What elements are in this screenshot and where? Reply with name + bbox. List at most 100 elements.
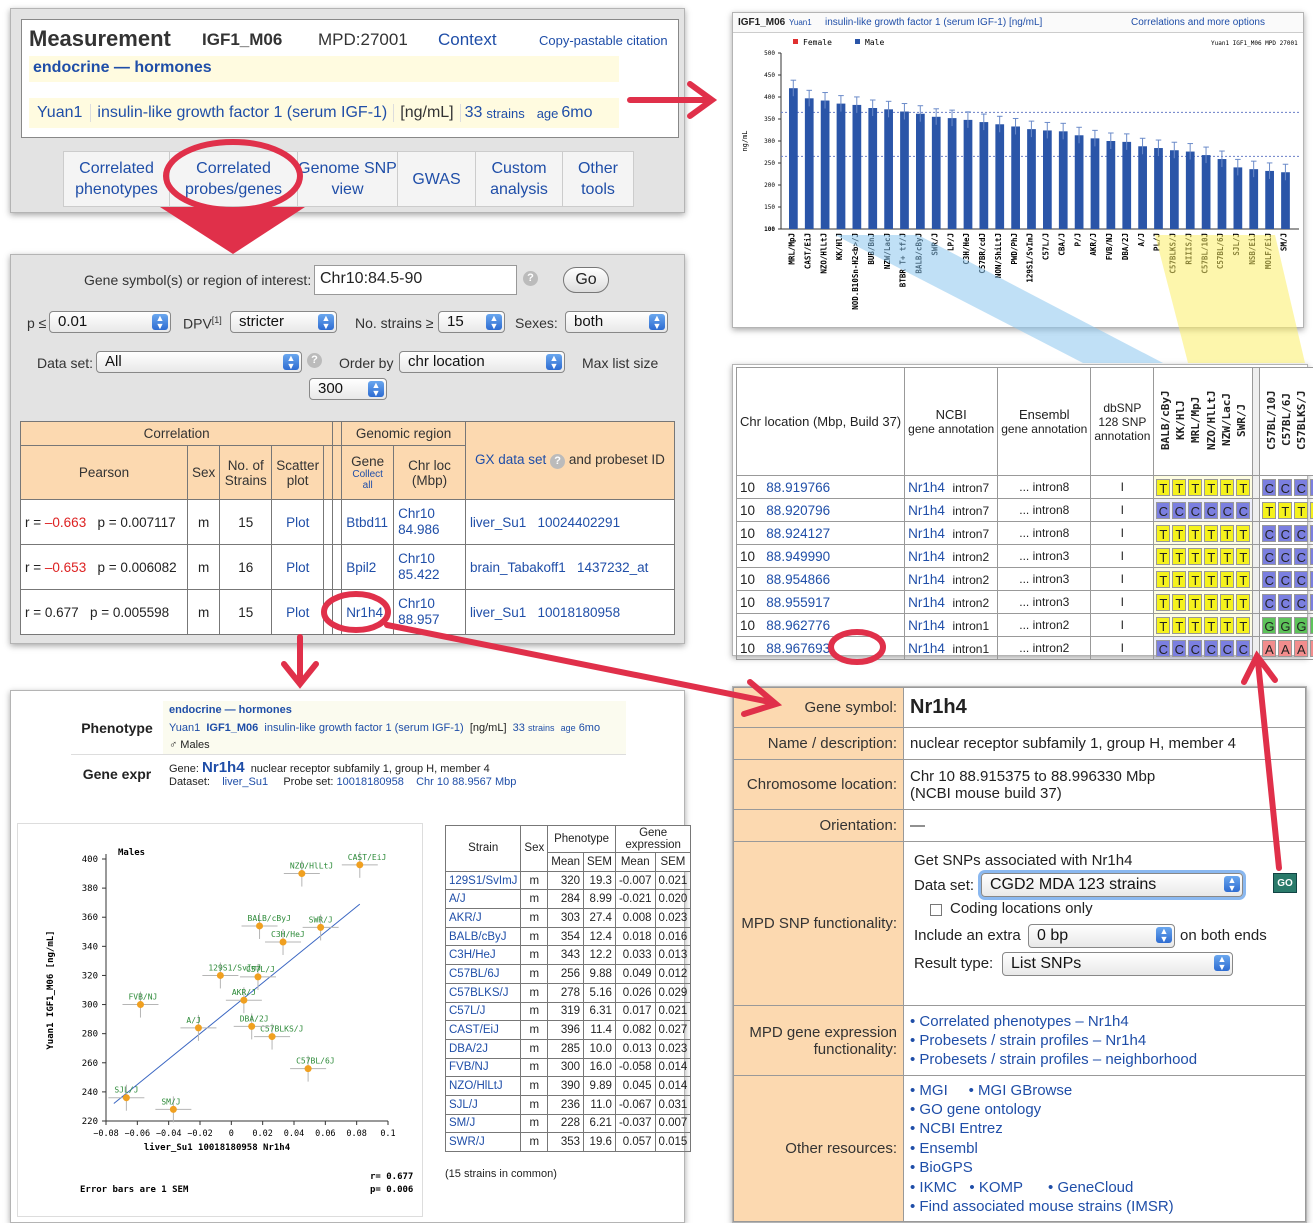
x-tick-label: 0.06 (315, 1129, 335, 1139)
measurement-id: IGF1_M06 (202, 30, 283, 49)
tool-custom-analysis[interactable]: Custom analysis (476, 152, 563, 206)
bar (1138, 146, 1147, 229)
tool-gwas[interactable]: GWAS (398, 152, 476, 206)
result-type-select[interactable]: List SNPs ▲ ▼ (1002, 952, 1233, 976)
bar (852, 104, 862, 229)
correlations-options-link[interactable]: Correlations and more options (1131, 17, 1265, 28)
strain-row: FVB/NJ m 300 16.0 -0.058 0.014 (444, 1057, 692, 1078)
dataset-select[interactable]: All ▲ ▼ (96, 351, 302, 373)
point-label: C3H/HeJ (271, 930, 305, 939)
collect-all-link[interactable]: Collect all (346, 469, 389, 491)
h-pearson: Pearson (20, 445, 188, 500)
allele-cell: T (1278, 501, 1293, 519)
tool-genome-snp[interactable]: Genome SNP view (298, 152, 398, 206)
x-tick-label: PL/J (1153, 233, 1162, 251)
coding-checkbox[interactable] (930, 904, 942, 916)
strain-row: SJL/J m 236 11.0 -0.067 0.031 (444, 1094, 692, 1115)
x-tick-label: A/J (1137, 233, 1146, 247)
age-word: age (536, 105, 559, 121)
plot-link[interactable]: Plot (271, 499, 325, 545)
help-icon[interactable]: ? (523, 271, 538, 286)
p-select[interactable]: 0.01 ▲ ▼ (49, 311, 171, 333)
strains-word[interactable]: strains (486, 106, 536, 121)
go-button[interactable]: Go (563, 267, 609, 293)
study-link[interactable]: Yuan1 (29, 104, 92, 122)
point-label: A/J (186, 1016, 200, 1025)
gx-links: • Correlated phenotypes – Nr1h4 • Probese… (903, 1005, 1306, 1076)
go-snp-button[interactable]: GO (1273, 873, 1297, 893)
gene-link[interactable]: Bpil2 (341, 544, 395, 590)
allele-cell: T (1156, 593, 1171, 611)
regression-line (113, 903, 361, 1104)
max-select[interactable]: 300 ▲ ▼ (309, 378, 387, 400)
allele-cell: T (1236, 547, 1251, 565)
gene-detail-table: Gene symbol: Nr1h4 Name / description: nuc… (733, 687, 1306, 1222)
snp-row: 10 88.954866 Nr1h4 intron2... intron3 I T T T… (735, 567, 1313, 591)
y-tick-label: 150 (764, 204, 775, 211)
bar (789, 88, 798, 229)
help-icon[interactable]: ? (550, 454, 566, 469)
order-select[interactable]: chr location ▲ ▼ (399, 351, 565, 373)
chr-link[interactable]: Chr10 85.422 (393, 544, 466, 590)
orientation: — (903, 809, 1306, 842)
x-tick-label: DBA/2J (1121, 233, 1130, 260)
tool-correlated-phenotypes[interactable]: Correlated phenotypes (64, 152, 170, 206)
allele-cell: T (1220, 547, 1235, 565)
chr-link[interactable]: Chr10 84.986 (393, 499, 466, 545)
k-gene-expr: Gene expr (82, 765, 152, 782)
strains-select[interactable]: 15 ▲ ▼ (438, 311, 505, 333)
tool-other[interactable]: Other tools (563, 152, 633, 206)
allele-cell: C (1188, 639, 1203, 657)
x-tick-label: BTBR T+ tf/J (899, 233, 908, 287)
gene-link[interactable]: Nr1h4 (341, 589, 395, 635)
x-tick-label: NZO/HlLtJ (819, 233, 828, 274)
study-row: Yuan1 insulin-like growth factor 1 (seru… (29, 98, 619, 128)
scatter-point (136, 1001, 144, 1009)
bar-chart-panel: IGF1_M06 Yuan1 insulin-like growth facto… (732, 12, 1304, 328)
scatter-point (194, 1024, 202, 1032)
plot-link[interactable]: Plot (271, 589, 325, 635)
desc-link[interactable]: insulin-like growth factor 1 (serum IGF-… (91, 104, 395, 122)
allele-cell: C (1278, 524, 1293, 542)
chr-link[interactable]: Chr10 88.957 (393, 589, 466, 635)
dpv-select[interactable]: stricter ▲ ▼ (230, 311, 337, 333)
y-tick-label: 240 (82, 1088, 98, 1098)
strains-label: No. strains ≥ (355, 315, 434, 331)
plot-link[interactable]: Plot (271, 544, 325, 590)
strain-headers-b: C57BL/10JC57BL/6JC57BLKS/JRIIIS/JSJL/JSM… (1259, 367, 1313, 476)
sexes-select[interactable]: both ▲ ▼ (565, 311, 668, 333)
order-label: Order by (339, 355, 394, 371)
bar (963, 119, 973, 229)
bar (1027, 129, 1036, 229)
strains-count[interactable]: 33 (461, 104, 487, 122)
gene-link[interactable]: Btbd11 (341, 499, 395, 545)
scatter-point (298, 870, 306, 878)
x-tick-label: BUB/BnJ (867, 233, 876, 265)
category-link[interactable]: endocrine — hormones (33, 59, 212, 77)
x-tick-label: MRL/MpJ (788, 233, 797, 265)
dataset-label: Data set: (37, 355, 94, 371)
scatter-point (240, 996, 248, 1004)
legend-label: Female (803, 38, 832, 47)
bar (804, 98, 814, 229)
y-tick-label: 360 (82, 913, 98, 923)
allele-cell: A (1294, 639, 1309, 657)
context-link[interactable]: Context (438, 30, 497, 50)
x-tick-label: NSB/EiJ (1248, 233, 1257, 265)
snp-dataset-select[interactable]: CGD2 MDA 123 strains ▲ ▼ (981, 873, 1243, 897)
tool-correlated-probes[interactable]: Correlated probes/genes (170, 152, 298, 206)
help-icon[interactable]: ? (307, 353, 322, 368)
gene-symbol-input[interactable]: Chr10:84.5-90 (314, 265, 517, 295)
point-label: SM/J (161, 1097, 180, 1106)
x-tick-label: RIIIS/J (1184, 233, 1193, 265)
allele-cell: C (1294, 547, 1309, 565)
select-arrow-icon: ▲ ▼ (368, 381, 384, 398)
probeset-link[interactable]: liver_Su1 10018180958 (464, 589, 676, 635)
allele-cell: T (1204, 593, 1219, 611)
probeset-link[interactable]: brain_Tabakoff1 1437232_at (464, 544, 676, 590)
extra-bp-select[interactable]: 0 bp ▲ ▼ (1028, 924, 1175, 948)
citation-link[interactable]: Copy-pastable citation (539, 33, 668, 48)
select-arrow-icon: ▲ ▼ (486, 314, 502, 331)
probeset-link[interactable]: liver_Su1 10024402291 (464, 499, 676, 545)
allele-cell: T (1156, 478, 1171, 496)
